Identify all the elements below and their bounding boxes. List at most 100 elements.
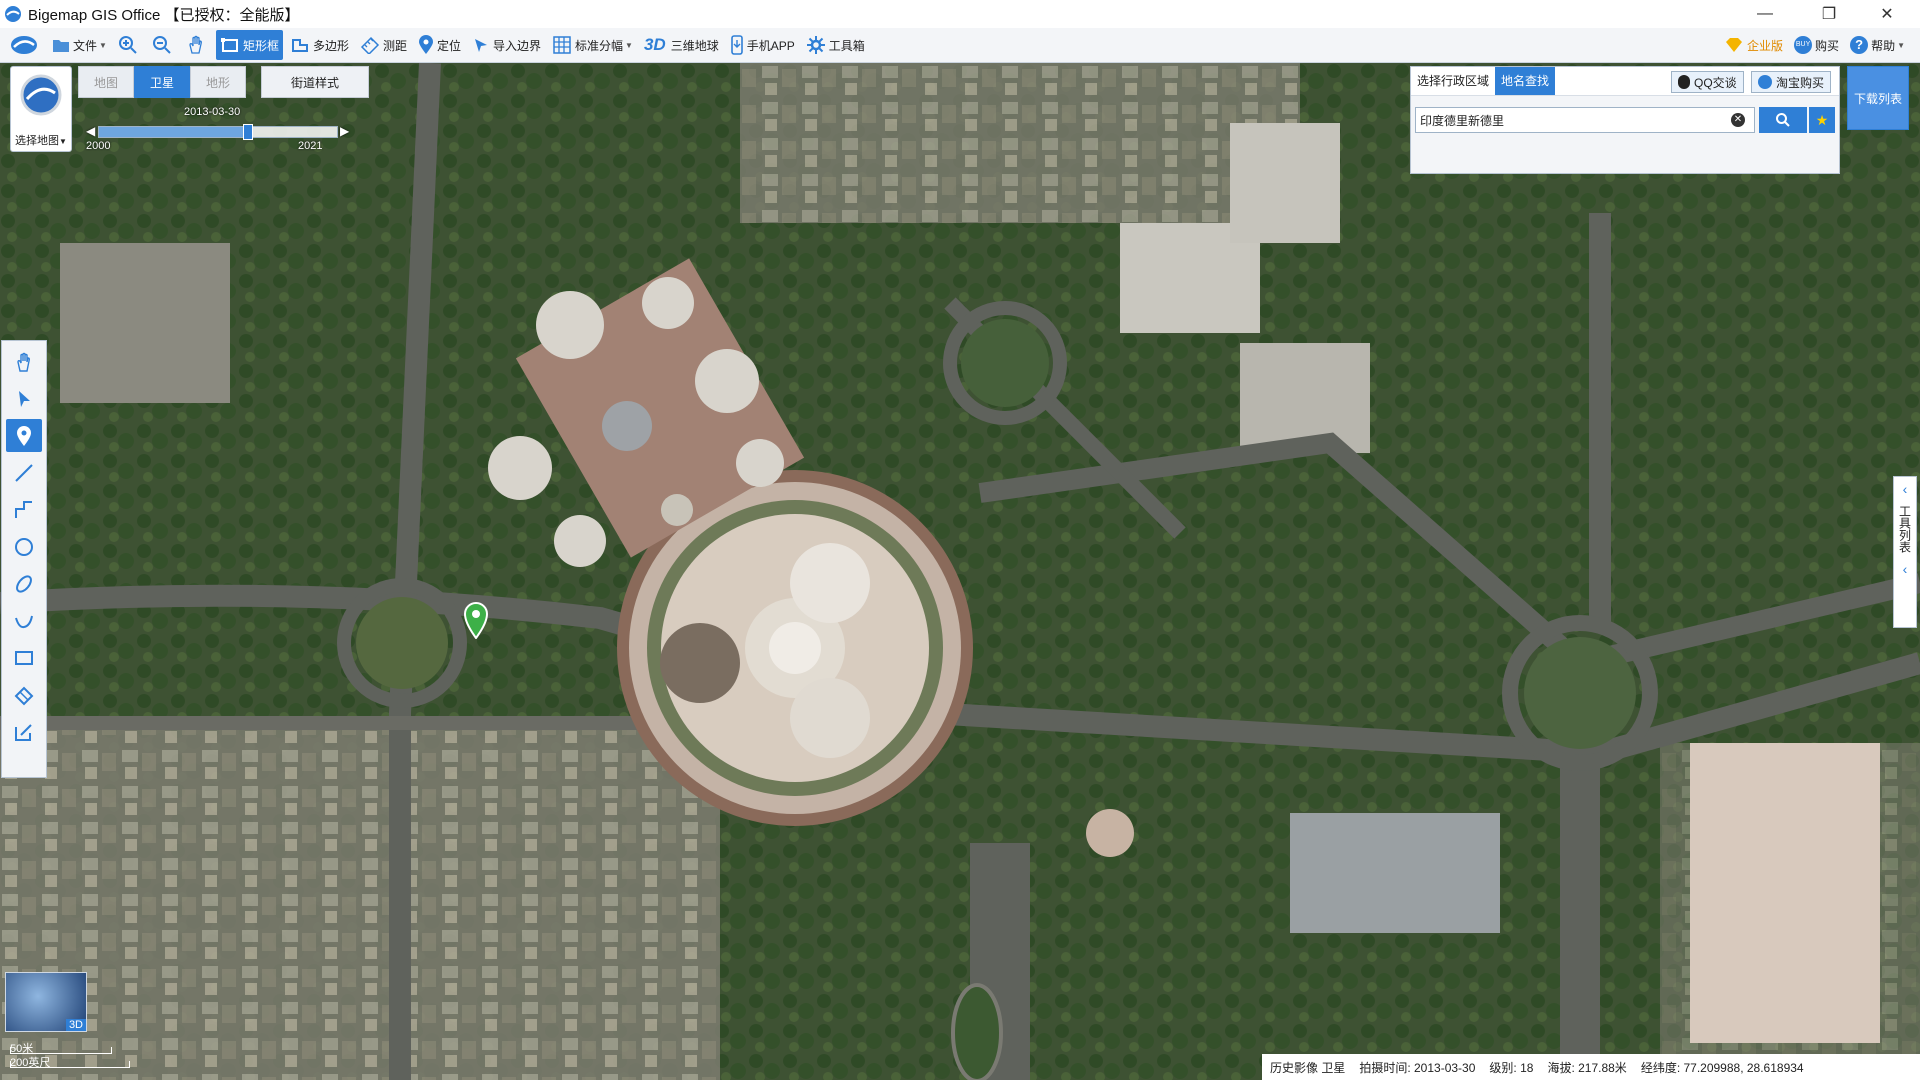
status-elevation: 海拔: 217.88米 (1547, 1060, 1627, 1075)
polygon-icon (291, 39, 308, 52)
toolbar-right: 企业版 BUY 购买 ? 帮助 ▼ (1720, 28, 1912, 62)
download-list-button[interactable]: 下载列表 (1847, 66, 1909, 130)
map-selector-label: 选择地图 (15, 135, 60, 147)
polygon-button[interactable]: 多边形 (286, 30, 353, 60)
minimize-button[interactable]: — (1736, 0, 1794, 28)
tab-admin-region[interactable]: 选择行政区域 (1411, 67, 1495, 95)
status-imagery: 历史影像 卫星 (1270, 1060, 1346, 1075)
google-earth-icon (20, 74, 62, 116)
tool-freeform[interactable] (6, 604, 42, 637)
map-type-terrain[interactable]: 地形 (190, 66, 246, 98)
import-boundary-icon (475, 39, 487, 52)
buy-button[interactable]: BUY 购买 (1790, 30, 1843, 60)
rect-select-button[interactable]: 矩形框 (215, 30, 283, 60)
ellipse-icon (16, 574, 32, 593)
timeline-slider[interactable] (98, 124, 338, 140)
gear-icon (806, 36, 825, 54)
tool-rectangle[interactable] (6, 641, 42, 674)
help-button[interactable]: ? 帮助 ▼ (1846, 30, 1909, 60)
star-icon: ★ (1815, 111, 1829, 128)
tab-place-search[interactable]: 地名查找 (1495, 67, 1556, 95)
freeform-icon (15, 615, 33, 628)
tool-erase[interactable] (6, 678, 42, 711)
close-button[interactable]: ✕ (1858, 0, 1916, 28)
tool-marker[interactable] (6, 419, 42, 452)
file-menu[interactable]: 文件 ▼ (48, 30, 111, 60)
globe-3d-thumbnail[interactable]: 3D (5, 972, 87, 1032)
search-button[interactable] (1759, 107, 1807, 133)
timeline-start: 2000 (86, 140, 111, 152)
measure-button[interactable]: 测距 (356, 30, 411, 60)
taobao-buy-button[interactable]: 淘宝购买 (1751, 71, 1832, 93)
map-source-selector[interactable]: 选择地图▼ (10, 66, 72, 152)
diamond-icon (1726, 38, 1743, 52)
maximize-button[interactable]: ❐ (1800, 0, 1858, 28)
timeline-date: 2013-03-30 (184, 106, 241, 118)
status-bar: 历史影像 卫星 拍摄时间: 2013-03-30 级别: 18 海拔: 217.… (1262, 1054, 1920, 1080)
timeline-fill (99, 127, 247, 137)
pan-button[interactable] (182, 30, 213, 60)
satellite-map[interactable] (0, 63, 1920, 1080)
ruler-icon (360, 36, 380, 54)
timeline-prev-icon[interactable]: ◀ (86, 124, 95, 138)
taobao-icon (1758, 75, 1772, 89)
buy-icon: BUY (1794, 36, 1813, 54)
circle-icon (15, 537, 33, 556)
rect-select-icon (220, 38, 238, 52)
search-icon (1776, 113, 1790, 127)
locate-button[interactable]: 定位 (414, 30, 465, 60)
street-style-button[interactable]: 街道样式 (261, 66, 369, 98)
tool-ellipse[interactable] (6, 567, 42, 600)
tool-list-label: 工具列表 (1897, 505, 1912, 553)
3d-icon: 3D (643, 35, 666, 54)
clear-search-icon[interactable]: ✕ (1731, 113, 1745, 127)
place-search-input[interactable]: 印度德里新德里 (1415, 107, 1755, 133)
3d-earth-button[interactable]: 3D 三维地球 (640, 30, 723, 60)
pointer-icon (19, 390, 30, 407)
satellite-imagery (0, 63, 1920, 1080)
rectangle-icon (15, 650, 33, 665)
globe-3d-label: 3D (65, 1019, 86, 1031)
tool-list-tab[interactable]: ‹ 工具列表 ‹ (1893, 476, 1917, 628)
tool-pan[interactable] (6, 345, 42, 378)
qq-chat-button[interactable]: QQ交谈 (1671, 71, 1744, 93)
locate-pin-icon (418, 35, 433, 54)
title-bar: Bigemap GIS Office 【已授权：全能版】 — ❐ ✕ (0, 0, 1920, 28)
timeline-end: 2021 (298, 140, 323, 152)
tool-select[interactable] (6, 382, 42, 415)
tool-circle[interactable] (6, 530, 42, 563)
hand-icon (189, 35, 202, 54)
marker-icon (17, 425, 31, 446)
import-boundary-button[interactable]: 导入边界 (468, 30, 545, 60)
tool-polyline[interactable] (6, 493, 42, 526)
timeline-handle[interactable] (242, 124, 253, 140)
app-menu-icon[interactable] (0, 30, 48, 60)
eraser-icon (14, 686, 34, 705)
map-type-map[interactable]: 地图 (78, 66, 134, 98)
zoom-in-button[interactable] (114, 30, 145, 60)
map-marker-icon[interactable] (463, 601, 489, 639)
mobile-app-button[interactable]: 手机APP (726, 30, 799, 60)
edit-icon (15, 723, 32, 741)
standard-sheet-button[interactable]: 标准分幅 ▼ (548, 30, 637, 60)
main-toolbar: 文件 ▼ 矩形框 多边形 测距 定位 导入边界 标准分幅 ▼ 3D 三维地球 手机A… (0, 28, 1920, 63)
qq-icon (1678, 75, 1690, 89)
chevron-left-icon[interactable]: ‹ (1903, 481, 1908, 497)
toolbox-button[interactable]: 工具箱 (802, 30, 869, 60)
app-logo-icon (5, 6, 21, 22)
chevron-left-icon[interactable]: ‹ (1903, 561, 1908, 577)
imagery-timeline: 2013-03-30 ◀ ▶ 2000 2021 (86, 106, 356, 152)
tool-edit[interactable] (6, 715, 42, 748)
enterprise-button[interactable]: 企业版 (1720, 30, 1787, 60)
timeline-next-icon[interactable]: ▶ (340, 124, 349, 138)
map-scale: 50米 200英尺 (10, 1040, 130, 1069)
map-type-satellite[interactable]: 卫星 (134, 66, 190, 98)
help-icon: ? (1850, 36, 1869, 54)
zoom-out-icon (152, 36, 171, 54)
zoom-out-button[interactable] (148, 30, 179, 60)
phone-icon (730, 35, 743, 55)
status-capture-time: 拍摄时间: 2013-03-30 (1359, 1060, 1476, 1075)
favorite-button[interactable]: ★ (1809, 107, 1835, 133)
tool-line[interactable] (6, 456, 42, 489)
status-coords: 经纬度: 77.209988, 28.618934 (1640, 1060, 1804, 1075)
